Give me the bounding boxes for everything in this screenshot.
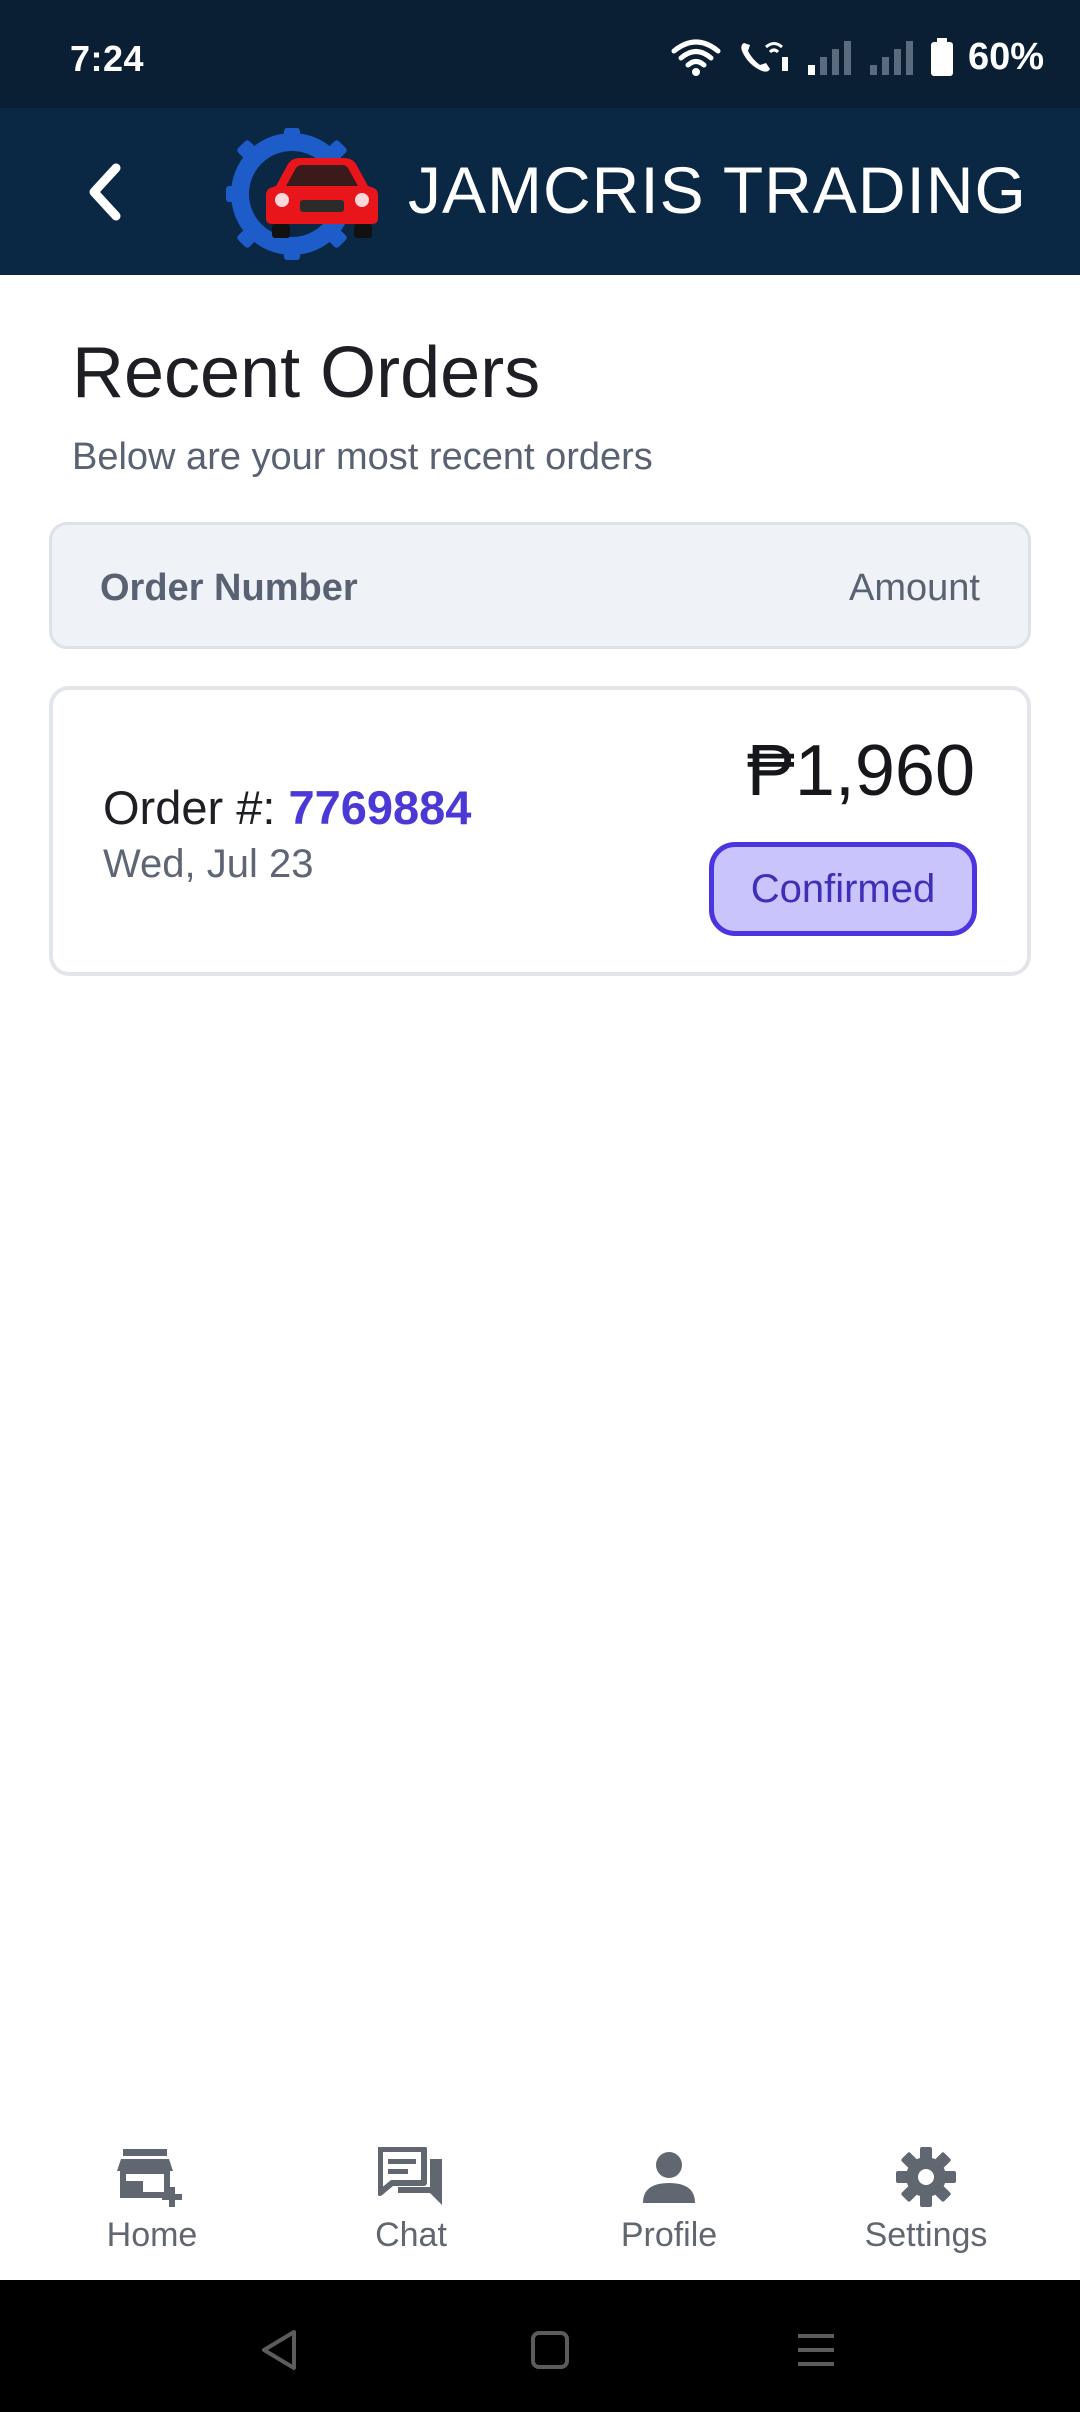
wifi-icon [671, 39, 721, 76]
bottom-navigation: Home Chat Profile Settings [0, 2128, 1080, 2280]
battery-percentage: 60% [967, 35, 1044, 78]
status-time: 7:24 [70, 38, 145, 79]
nav-label-profile: Profile [620, 2216, 718, 2254]
order-amount: ₱1,960 [746, 731, 975, 811]
status-icons: 60% [670, 34, 1044, 80]
nav-item-settings[interactable]: Settings [826, 2146, 1026, 2276]
brand-logo [226, 128, 378, 260]
signal-icon-2 [869, 41, 913, 75]
status-bar: 7:24 60% [0, 0, 1080, 108]
brand-name: JAMCRIS TRADING [408, 153, 1027, 227]
nav-label-chat: Chat [375, 2216, 447, 2254]
order-date: Wed, Jul 23 [103, 842, 314, 886]
person-icon [634, 2146, 704, 2208]
triangle-back-icon [262, 2330, 296, 2370]
nav-item-profile[interactable]: Profile [569, 2146, 769, 2276]
nav-item-chat[interactable]: Chat [311, 2146, 511, 2276]
order-number-value[interactable]: 7769884 [288, 781, 471, 834]
square-home-icon [531, 2331, 569, 2369]
battery-icon [930, 38, 953, 76]
app-header: JAMCRIS TRADING [0, 108, 1080, 275]
column-header-order-number: Order Number [100, 567, 358, 609]
column-header-amount: Amount [849, 567, 980, 609]
back-button[interactable] [70, 156, 142, 228]
wifi-call-icon [741, 42, 788, 72]
nav-label-settings: Settings [864, 2216, 988, 2254]
system-navigation-bar [0, 2280, 1080, 2412]
chevron-left-icon [89, 163, 121, 221]
gear-icon [891, 2146, 961, 2208]
page-subtitle: Below are your most recent orders [72, 436, 653, 478]
order-card[interactable]: Order #: 7769884 Wed, Jul 23 ₱1,960 Conf… [49, 686, 1031, 976]
nav-item-home[interactable]: Home [52, 2146, 252, 2276]
system-recents-button[interactable] [786, 2320, 846, 2380]
status-badge: Confirmed [709, 842, 977, 936]
menu-lines-icon [798, 2334, 834, 2366]
order-number-line: Order #: 7769884 [103, 780, 471, 835]
chat-bubbles-icon [376, 2146, 446, 2208]
page-title: Recent Orders [72, 333, 541, 413]
nav-label-home: Home [106, 2216, 198, 2254]
store-add-icon [117, 2146, 187, 2208]
system-back-button[interactable] [250, 2320, 310, 2380]
order-number-label: Order #: [103, 781, 289, 834]
signal-icon [807, 41, 851, 75]
orders-table-header: Order Number Amount [49, 522, 1031, 649]
system-home-button[interactable] [520, 2320, 580, 2380]
